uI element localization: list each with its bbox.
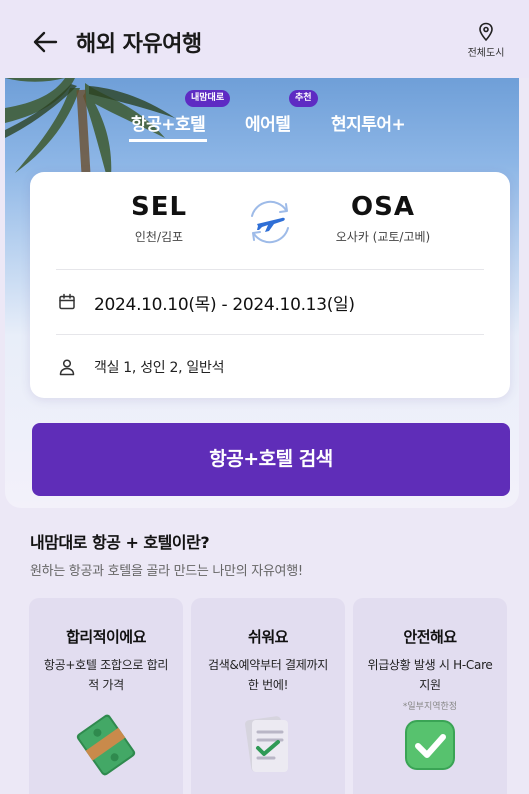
feature-card-safe: 안전해요 위급상황 발생 시 H-Care 지원 *일부지역한정 bbox=[353, 598, 507, 794]
divider bbox=[56, 334, 484, 335]
tab-flight-hotel[interactable]: 항공+호텔 bbox=[128, 110, 208, 142]
product-tabs: 내맘대로 항공+호텔 추천 에어텔 현지투어+ bbox=[5, 78, 519, 168]
tab-airtel[interactable]: 에어텔 bbox=[245, 110, 291, 135]
origin-name: 인천/김포 bbox=[134, 230, 184, 244]
date-range-text: 2024.10.10(목) - 2024.10.13(일) bbox=[94, 294, 355, 315]
page-title: 해외 자유여행 bbox=[76, 32, 202, 57]
swap-route-button[interactable] bbox=[242, 194, 298, 250]
app-header: 해외 자유여행 전체도시 bbox=[0, 0, 529, 78]
room-guest-text: 객실 1, 성인 2, 일반석 bbox=[94, 360, 225, 376]
room-guest-selector[interactable]: 객실 1, 성인 2, 일반석 bbox=[58, 347, 490, 387]
back-button[interactable] bbox=[30, 26, 62, 58]
search-button[interactable]: 항공+호텔 검색 bbox=[32, 423, 510, 496]
tab-local-tour[interactable]: 현지투어+ bbox=[331, 110, 406, 135]
info-title: 내맘대로 항공 + 호텔이란? bbox=[30, 533, 210, 552]
feature-title: 합리적이에요 bbox=[66, 628, 146, 646]
check-badge-icon bbox=[405, 720, 455, 770]
tab-badge-flight-hotel: 내맘대로 bbox=[185, 90, 231, 107]
divider bbox=[56, 269, 484, 270]
feature-note: *일부지역한정 bbox=[402, 702, 458, 712]
arrow-left-icon bbox=[33, 31, 58, 53]
feature-card-reasonable: 합리적이에요 항공+호텔 조합으로 합리적 가격 bbox=[29, 598, 183, 794]
plane-swap-icon bbox=[251, 200, 289, 244]
destination-code: OSA bbox=[351, 192, 415, 222]
all-cities-label: 전체도시 bbox=[467, 48, 505, 59]
origin-code: SEL bbox=[130, 192, 188, 222]
money-stack-icon bbox=[76, 714, 136, 776]
destination-name: 오사카 (교토/고베) bbox=[335, 230, 431, 244]
origin-city[interactable]: SEL 인천/김포 bbox=[84, 192, 234, 245]
info-subtitle: 원하는 항공과 호텔을 골라 만드는 나만의 자유여행! bbox=[30, 564, 303, 579]
all-cities-button[interactable]: 전체도시 bbox=[461, 22, 511, 59]
destination-city[interactable]: OSA 오사카 (교토/고베) bbox=[308, 192, 458, 245]
tab-badge-airtel: 추천 bbox=[289, 90, 318, 107]
date-selector[interactable]: 2024.10.10(목) - 2024.10.13(일) bbox=[58, 282, 490, 322]
feature-title: 쉬워요 bbox=[248, 628, 288, 646]
map-pin-icon bbox=[479, 22, 493, 42]
feature-desc: 위급상황 발생 시 H-Care 지원 bbox=[367, 658, 493, 692]
person-icon bbox=[59, 359, 75, 376]
calendar-icon bbox=[59, 293, 75, 310]
receipt-check-icon bbox=[245, 716, 288, 772]
feature-card-easy: 쉬워요 검색&예약부터 결제까지 한 번에! bbox=[191, 598, 345, 794]
feature-title: 안전해요 bbox=[403, 628, 457, 646]
feature-desc: 항공+호텔 조합으로 합리적 가격 bbox=[43, 658, 169, 692]
search-card: SEL 인천/김포 OSA 오사카 (교토/고베) 2024.10.10(목) … bbox=[30, 172, 510, 398]
feature-desc: 검색&예약부터 결제까지 한 번에! bbox=[208, 658, 328, 692]
